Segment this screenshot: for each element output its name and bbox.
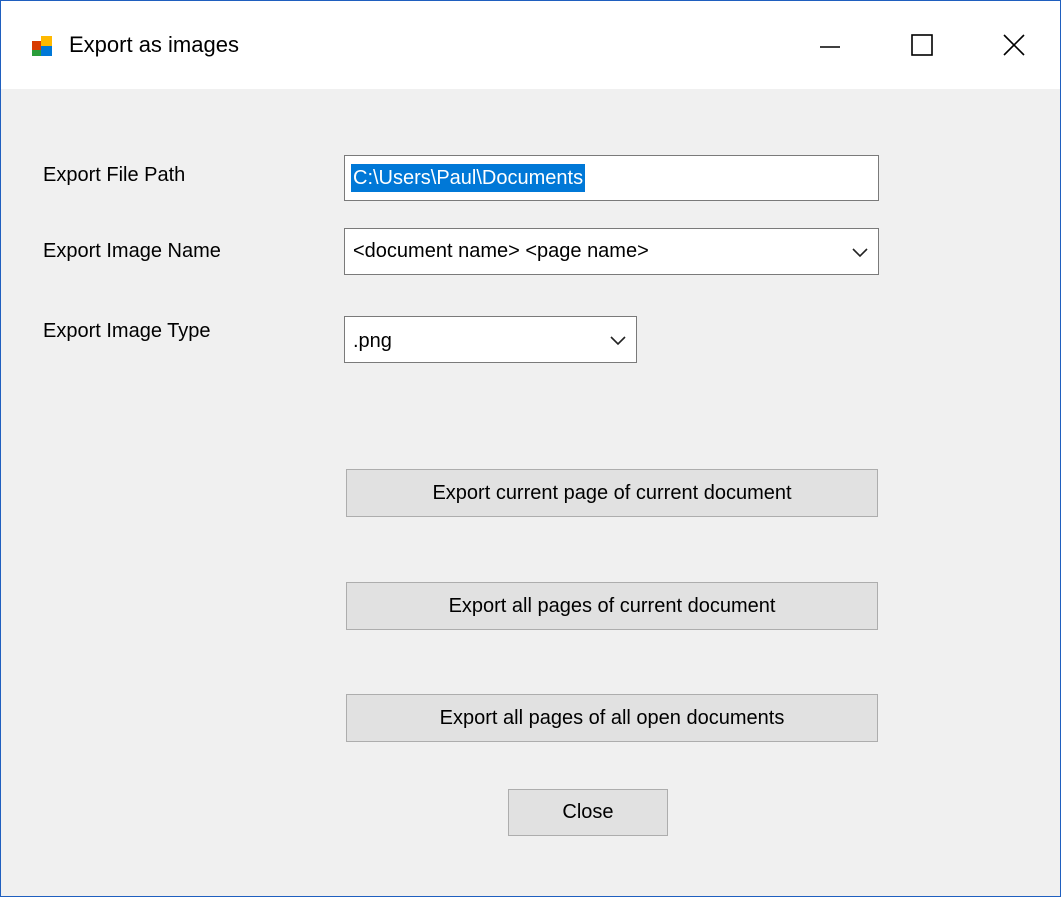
title-bar[interactable]: Export as images xyxy=(1,1,1060,89)
export-file-path-label: Export File Path xyxy=(43,164,186,186)
export-dialog: Export as images Export File Path C:\Use… xyxy=(0,0,1061,897)
export-file-path-input[interactable]: C:\Users\Paul\Documents xyxy=(344,155,879,201)
export-current-page-button[interactable]: Export current page of current document xyxy=(346,469,878,517)
export-all-pages-button[interactable]: Export all pages of current document xyxy=(346,582,878,630)
app-window-icon xyxy=(31,35,53,57)
minimize-icon xyxy=(820,46,840,48)
export-image-type-value: .png xyxy=(353,330,392,352)
chevron-down-icon xyxy=(842,229,878,274)
export-image-type-label: Export Image Type xyxy=(43,320,211,342)
maximize-icon xyxy=(911,34,933,56)
export-image-name-value: <document name> <page name> xyxy=(353,240,649,262)
chevron-down-icon xyxy=(600,317,636,362)
window-title: Export as images xyxy=(69,32,239,57)
maximize-button[interactable] xyxy=(876,1,968,89)
export-all-documents-button[interactable]: Export all pages of all open documents xyxy=(346,694,878,742)
close-window-button[interactable] xyxy=(968,1,1060,89)
export-image-name-label: Export Image Name xyxy=(43,240,221,262)
close-icon xyxy=(1003,34,1025,56)
minimize-button[interactable] xyxy=(784,1,876,89)
export-image-type-select[interactable]: .png xyxy=(344,316,637,363)
export-file-path-value: C:\Users\Paul\Documents xyxy=(351,164,586,192)
export-image-name-select[interactable]: <document name> <page name> xyxy=(344,228,879,275)
close-button[interactable]: Close xyxy=(508,789,668,836)
